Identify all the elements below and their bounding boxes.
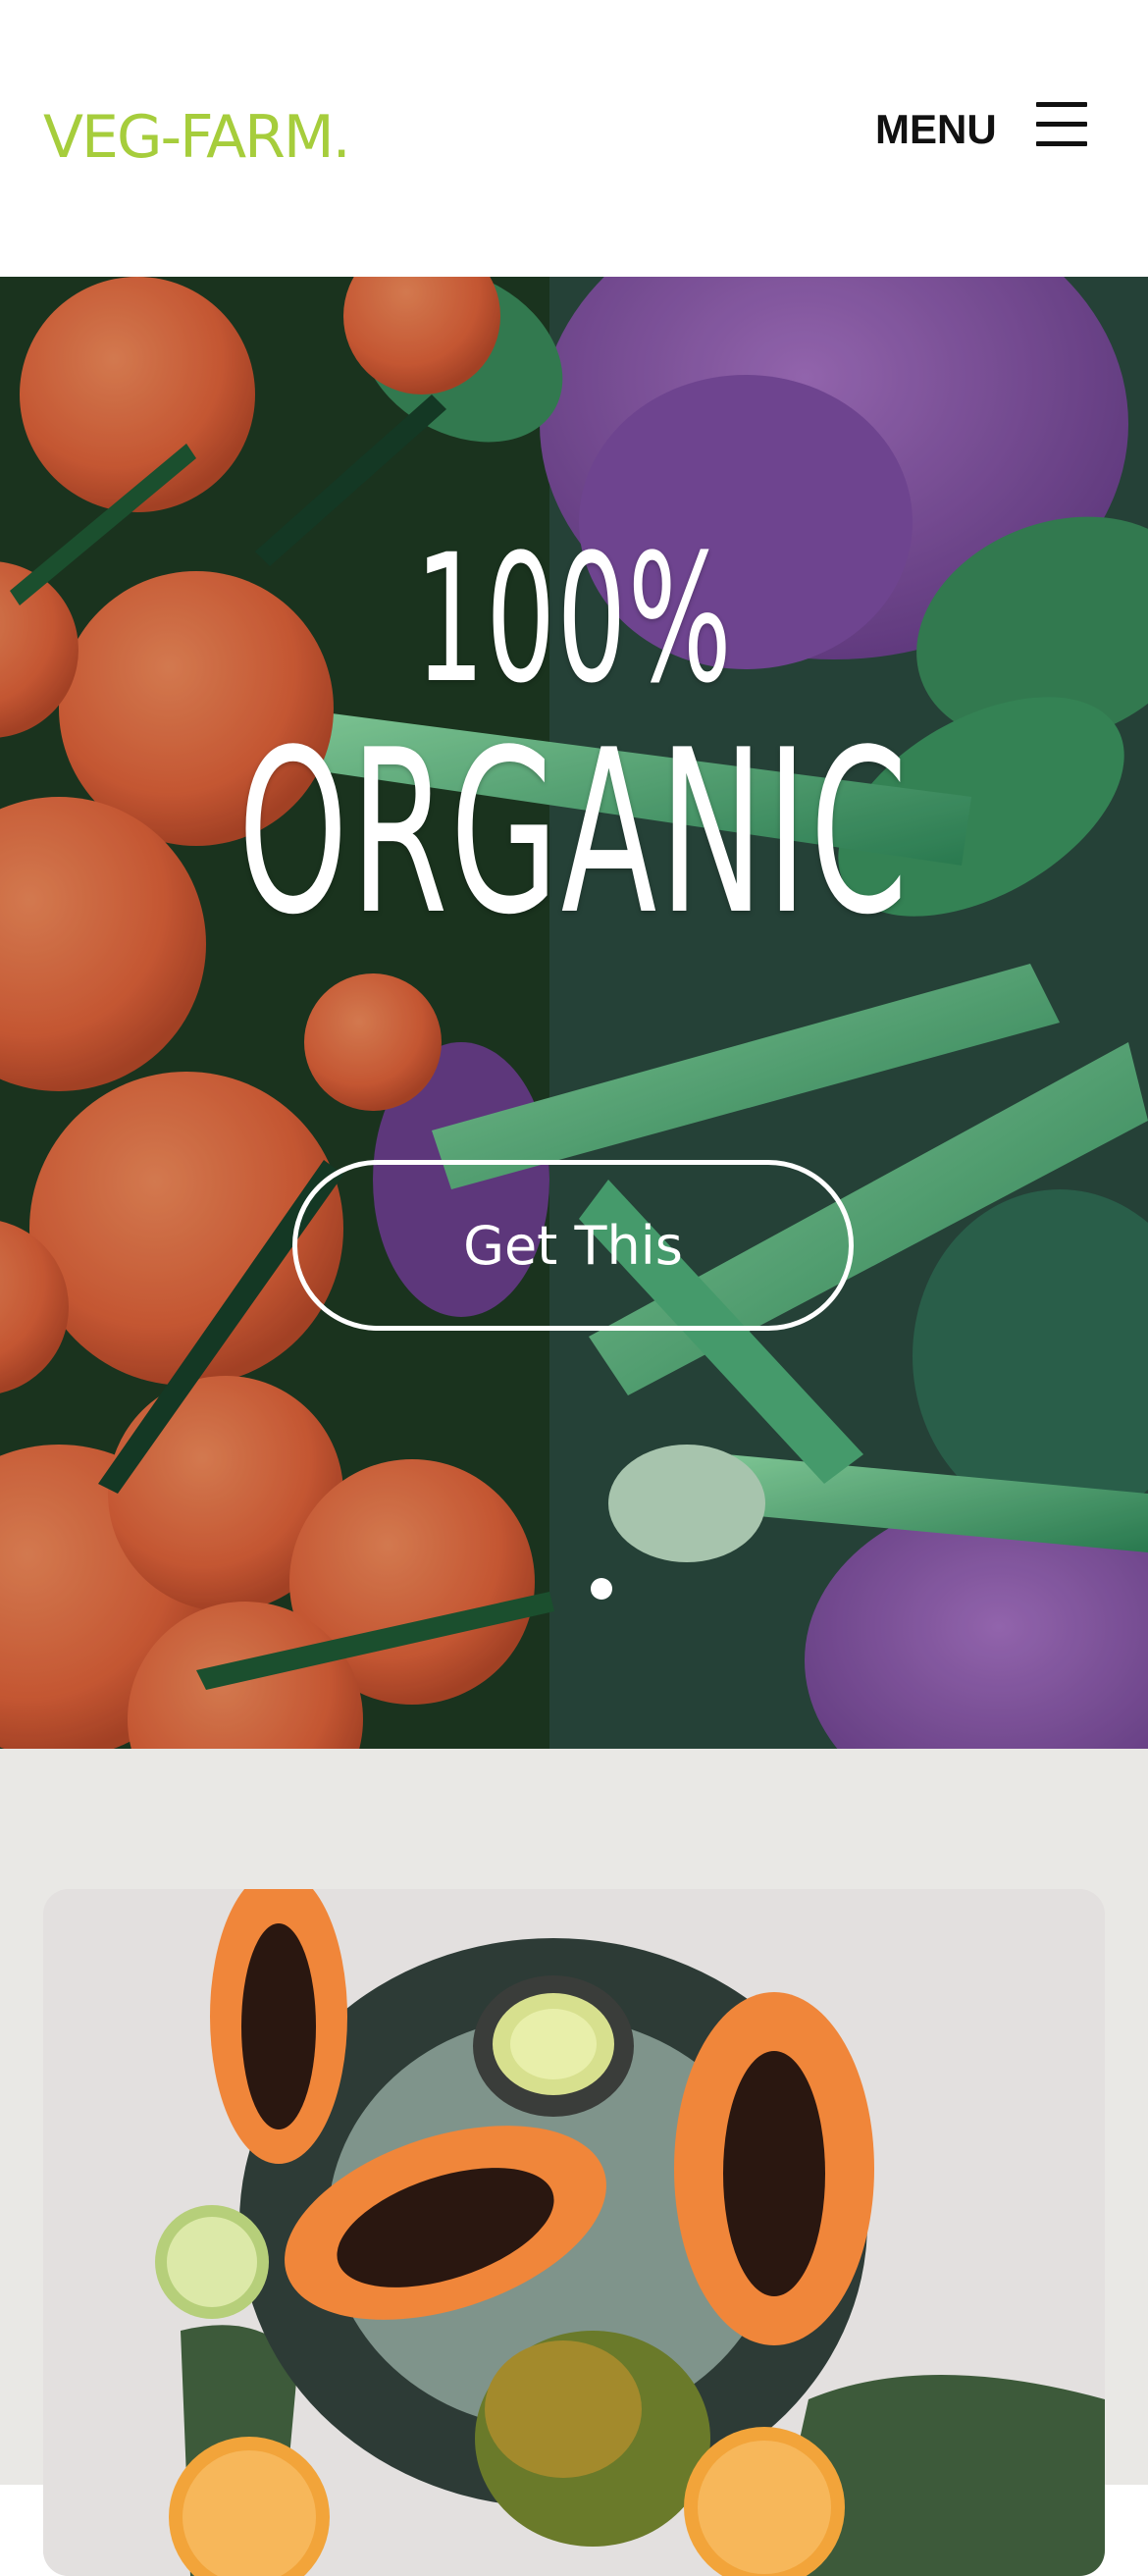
brand-logo[interactable]: VEG-FARM. bbox=[43, 98, 351, 177]
slider-dot-active[interactable] bbox=[591, 1578, 612, 1600]
featured-section bbox=[0, 1749, 1148, 2576]
hero-heading-line2: ORGANIC bbox=[237, 703, 911, 965]
hero-heading-line1: 100% bbox=[414, 517, 734, 722]
site-header: VEG-FARM. MENU bbox=[0, 0, 1148, 277]
papaya-platter-image bbox=[43, 1889, 1105, 2576]
hamburger-icon[interactable] bbox=[1032, 98, 1091, 153]
menu-label[interactable]: MENU bbox=[875, 104, 997, 155]
hero-background-image bbox=[0, 277, 1148, 1749]
featured-product-image[interactable] bbox=[43, 1889, 1105, 2576]
get-this-button[interactable]: Get This bbox=[292, 1160, 854, 1331]
hero-slider: 100% ORGANIC Get This bbox=[0, 277, 1148, 1749]
